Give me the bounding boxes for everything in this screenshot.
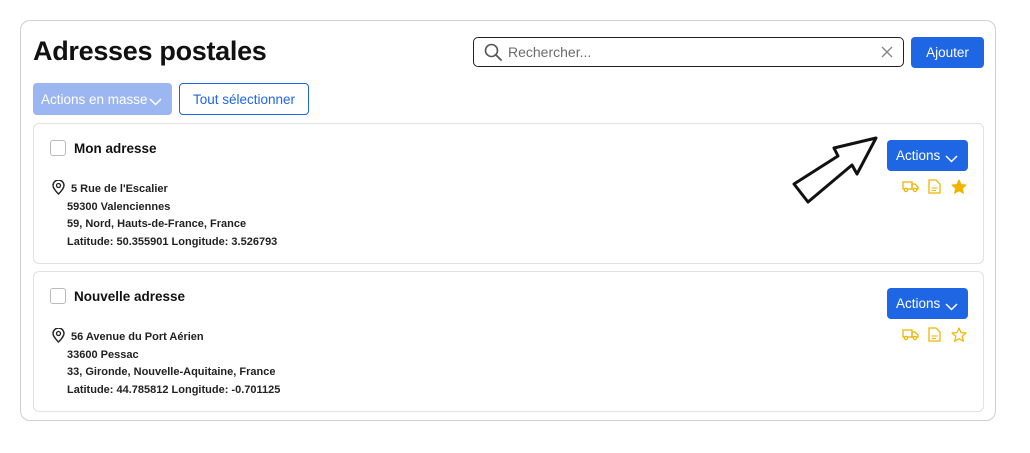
actions-button[interactable]: Actions — [887, 140, 968, 171]
arrow-annotation — [790, 132, 882, 211]
actions-label: Actions — [896, 296, 941, 311]
search-input[interactable] — [508, 41, 858, 63]
chevron-down-icon — [945, 151, 958, 166]
page-title: Adresses postales — [33, 36, 267, 66]
bulk-actions-label: Actions en masse — [41, 91, 148, 107]
star-icon[interactable] — [951, 327, 967, 347]
address-card: Nouvelle adresse 56 Avenue du Port Aérie… — [33, 271, 984, 412]
address-coordinates: Latitude: 44.785812 Longitude: -0.701125 — [67, 383, 281, 396]
bulk-actions-button[interactable]: Actions en masse — [33, 83, 172, 115]
close-icon[interactable] — [881, 45, 893, 63]
chevron-down-icon — [149, 94, 162, 109]
map-pin-icon — [52, 179, 65, 200]
actions-button[interactable]: Actions — [887, 288, 968, 319]
address-title: Nouvelle adresse — [74, 289, 186, 304]
document-icon[interactable] — [928, 327, 941, 347]
map-pin-icon — [52, 327, 65, 348]
address-lines: 5 Rue de l'Escalier 59300 Valenciennes 5… — [67, 181, 277, 251]
address-lines: 56 Avenue du Port Aérien 33600 Pessac 33… — [67, 329, 280, 399]
address-street: 56 Avenue du Port Aérien — [71, 331, 204, 343]
address-city: 59300 Valenciennes — [67, 200, 171, 213]
address-city: 33600 Pessac — [67, 348, 139, 361]
address-region: 59, Nord, Hauts-de-France, France — [67, 218, 247, 230]
document-icon[interactable] — [928, 179, 941, 199]
address-street: 5 Rue de l'Escalier — [71, 183, 168, 195]
address-checkbox[interactable] — [50, 288, 66, 304]
address-checkbox[interactable] — [50, 140, 66, 156]
search-icon — [484, 43, 502, 66]
address-title: Mon adresse — [74, 141, 157, 156]
star-icon[interactable] — [951, 179, 967, 199]
chevron-down-icon — [945, 299, 958, 314]
add-button[interactable]: Ajouter — [911, 37, 984, 68]
truck-icon[interactable] — [902, 179, 919, 198]
actions-label: Actions — [896, 148, 941, 163]
address-coordinates: Latitude: 50.355901 Longitude: 3.526793 — [67, 235, 278, 248]
select-all-button[interactable]: Tout sélectionner — [179, 83, 309, 115]
truck-icon[interactable] — [902, 327, 919, 346]
search-box[interactable] — [473, 37, 904, 67]
address-region: 33, Gironde, Nouvelle-Aquitaine, France — [67, 366, 276, 378]
